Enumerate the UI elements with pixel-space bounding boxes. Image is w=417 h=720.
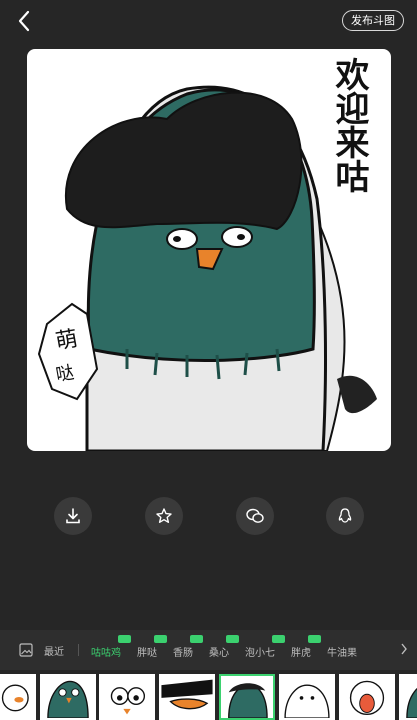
new-badge: [226, 634, 239, 643]
category-recent[interactable]: 最近: [44, 643, 64, 658]
back-button[interactable]: [12, 8, 38, 34]
new-badge: [190, 634, 203, 643]
category-item[interactable]: 香肠: [173, 634, 203, 659]
sticker-thumbnail[interactable]: [99, 674, 155, 720]
top-bar: 发布斗图: [0, 0, 417, 40]
chevron-right-icon[interactable]: [399, 642, 409, 656]
sticker-thumbnail[interactable]: [279, 674, 335, 720]
sticker-preview: 萌 哒 欢迎来咕: [27, 49, 391, 451]
category-bar: 最近 咕咕鸡 胖哒 香肠 桑心 泡小七 胖虎 牛油果: [0, 630, 417, 670]
category-item[interactable]: 牛油果: [327, 642, 357, 659]
sticker-thumbnail-selected[interactable]: [219, 674, 275, 720]
new-badge: [272, 634, 285, 643]
category-item[interactable]: 胖哒: [137, 634, 167, 659]
wechat-icon: [246, 508, 264, 523]
qq-icon: [338, 508, 352, 523]
chevron-left-icon: [18, 10, 30, 32]
sticker-thumbnail[interactable]: [399, 674, 417, 720]
new-badge: [118, 634, 131, 643]
download-button[interactable]: [54, 497, 92, 535]
category-item[interactable]: 咕咕鸡: [91, 634, 131, 659]
category-item[interactable]: 泡小七: [245, 634, 285, 659]
wechat-share-button[interactable]: [236, 497, 274, 535]
sticker-title-text: 欢迎来咕: [329, 57, 369, 193]
new-badge: [154, 634, 167, 643]
star-icon: [156, 508, 172, 523]
new-badge: [308, 634, 321, 643]
sticker-thumbnail[interactable]: [339, 674, 395, 720]
category-item[interactable]: 胖虎: [291, 634, 321, 659]
qq-share-button[interactable]: [326, 497, 364, 535]
svg-text:萌: 萌: [54, 326, 80, 354]
sticker-thumbnail[interactable]: [40, 674, 96, 720]
publish-button[interactable]: 发布斗图: [342, 10, 404, 31]
action-bar: [0, 497, 417, 539]
sticker-thumbnail[interactable]: [0, 674, 36, 720]
sticker-thumbnail-row: [0, 672, 417, 720]
category-item[interactable]: 桑心: [209, 634, 239, 659]
sticker-thumbnail[interactable]: [159, 674, 215, 720]
download-icon: [66, 508, 80, 524]
category-divider: [78, 644, 79, 656]
favorite-button[interactable]: [145, 497, 183, 535]
svg-text:哒: 哒: [54, 362, 75, 386]
image-icon[interactable]: [18, 642, 34, 658]
